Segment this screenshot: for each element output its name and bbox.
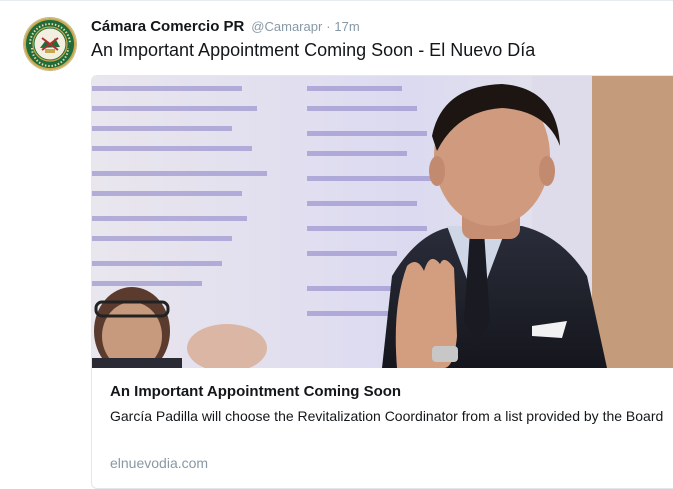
link-card[interactable]: An Important Appointment Coming Soon Gar… bbox=[91, 75, 673, 489]
card-image bbox=[92, 76, 673, 375]
timestamp[interactable]: 17m bbox=[334, 19, 359, 34]
tweet-header: Cámara Comercio PR @Camarapr · 17m bbox=[91, 17, 360, 36]
avatar[interactable] bbox=[24, 18, 76, 70]
card-domain[interactable]: elnuevodia.com bbox=[110, 455, 208, 471]
separator-dot: · bbox=[326, 19, 331, 34]
chamber-of-commerce-seal-icon bbox=[24, 18, 76, 70]
photo-man-in-suit-gesturing-before-projected-slide bbox=[92, 76, 673, 375]
tweet-text: An Important Appointment Coming Soon - E… bbox=[91, 40, 536, 60]
author-handle[interactable]: @Camarapr bbox=[251, 19, 322, 34]
tweet[interactable]: Cámara Comercio PR @Camarapr · 17m An Im… bbox=[0, 0, 673, 489]
card-description: García Padilla will choose the Revitaliz… bbox=[110, 408, 664, 424]
card-title[interactable]: An Important Appointment Coming Soon bbox=[110, 383, 401, 400]
author-name[interactable]: Cámara Comercio PR bbox=[91, 18, 244, 35]
